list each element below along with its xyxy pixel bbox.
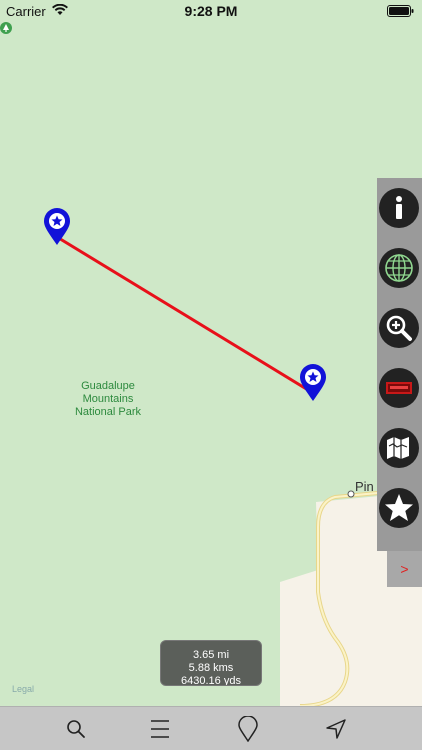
battery-icon: [387, 5, 414, 17]
right-toolbar: [377, 178, 422, 551]
status-time: 9:28 PM: [184, 3, 238, 19]
map-button[interactable]: [379, 428, 419, 468]
distance-readout: 3.65 mi 5.88 kms 6430.16 yds: [160, 640, 262, 686]
map-view[interactable]: Guadalupe Mountains National Park Pin: [0, 22, 422, 706]
park-label[interactable]: Guadalupe Mountains National Park: [58, 380, 158, 419]
map-canvas: [56, 235, 422, 706]
map-icon: [380, 429, 418, 467]
toolbar-expand-button[interactable]: >: [387, 551, 422, 587]
start-pin-icon[interactable]: [43, 208, 71, 246]
navigate-icon: [326, 719, 346, 739]
search-icon: [67, 720, 85, 738]
info-icon: [380, 189, 418, 227]
bottom-toolbar: [0, 706, 422, 750]
park-label-line1: Guadalupe: [81, 380, 135, 392]
list-icon: [151, 720, 169, 738]
favorites-button[interactable]: [379, 488, 419, 528]
search-button[interactable]: [62, 715, 90, 743]
star-icon: [380, 489, 418, 527]
video-icon: [380, 369, 418, 407]
list-button[interactable]: [146, 715, 174, 743]
pin-button[interactable]: [234, 715, 262, 743]
zoom-in-icon: [380, 309, 418, 347]
navigate-button[interactable]: [322, 715, 350, 743]
park-icon[interactable]: [0, 22, 12, 34]
park-label-line3: National Park: [74, 406, 142, 418]
video-button[interactable]: [379, 368, 419, 408]
globe-icon: [380, 249, 418, 287]
distance-miles: 3.65 mi: [192, 649, 230, 661]
park-label-line2: Mountains: [82, 393, 134, 405]
distance-yds: 6430.16 yds: [181, 675, 241, 686]
legal-link[interactable]: Legal: [12, 684, 34, 694]
info-button[interactable]: [379, 188, 419, 228]
place-label[interactable]: Pin: [355, 479, 374, 494]
globe-button[interactable]: [379, 248, 419, 288]
zoom-in-button[interactable]: [379, 308, 419, 348]
end-pin-icon[interactable]: [299, 364, 327, 402]
status-bar: Carrier 9:28 PM: [0, 0, 422, 22]
pin-icon: [238, 716, 258, 742]
distance-kms: 5.88 kms: [188, 662, 234, 674]
